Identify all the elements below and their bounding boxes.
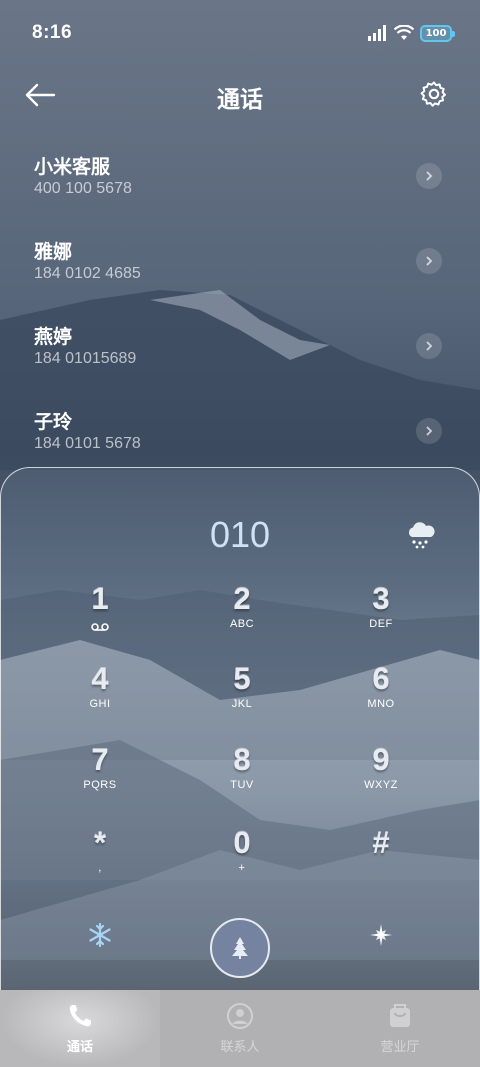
status-icons: 100 [368,22,455,44]
store-icon [390,1004,410,1027]
dial-key-0[interactable]: 0 + [182,825,302,899]
dial-key-star[interactable]: * , [40,825,160,899]
key-digit: 1 [91,581,109,616]
battery-level: 100 [425,27,447,39]
key-letters: PQRS [83,779,117,791]
page-title: 通话 [217,87,263,113]
contact-number: 184 0101 5678 [34,435,141,452]
tab-label: 营业厅 [380,1040,420,1055]
status-time: 8:16 [32,22,73,43]
key-letters: DEF [369,618,393,630]
contact-name: 燕婷 [34,326,73,348]
contact-row[interactable]: 雅娜 184 0102 4685 [0,225,480,310]
recent-contacts-list: 小米客服 400 100 5678 雅娜 184 0102 4685 燕婷 18… [0,140,480,480]
key-letters: + [238,862,246,874]
key-digit: 3 [372,581,390,616]
dial-key-6[interactable]: 6 MNO [321,661,441,735]
dial-key-hash[interactable]: # [321,825,441,899]
key-letters: , [98,862,102,874]
chevron-right-icon[interactable] [416,333,442,359]
dialpad-panel: 010 1 2 ABC 3 DEF 4 GHI 5 JKL 6 MNO 7 PQ… [0,467,480,990]
dial-key-9[interactable]: 9 WXYZ [321,742,441,816]
key-digit: 4 [91,661,109,696]
contact-number: 184 0102 4685 [34,265,141,282]
dial-key-4[interactable]: 4 GHI [40,661,160,735]
header: 通话 [0,66,480,126]
dial-key-7[interactable]: 7 PQRS [40,742,160,816]
contact-row[interactable]: 小米客服 400 100 5678 [0,140,480,225]
status-bar: 8:16 100 [0,0,480,66]
key-digit: 0 [233,825,251,860]
star-icon[interactable] [369,923,393,947]
phone-icon [69,1005,91,1027]
key-digit: 9 [372,742,390,777]
dial-key-8[interactable]: 8 TUV [182,742,302,816]
tab-calls[interactable]: 通话 [0,990,160,1067]
gear-icon[interactable] [420,80,448,108]
contact-number: 184 01015689 [34,350,137,367]
key-digit: 5 [233,661,251,696]
dial-key-1[interactable]: 1 [40,581,160,655]
person-icon [227,1003,253,1029]
dial-key-2[interactable]: 2 ABC [182,581,302,655]
battery-icon: 100 [420,24,455,42]
contact-number: 400 100 5678 [34,180,132,197]
key-digit: 2 [233,581,251,616]
voicemail-icon [91,623,109,631]
signal-icon [368,25,386,41]
key-digit: 7 [91,742,109,777]
contact-name: 小米客服 [34,156,111,178]
dial-key-5[interactable]: 5 JKL [182,661,302,735]
key-digit: 6 [372,661,390,696]
tab-label: 联系人 [220,1040,260,1055]
key-letters: GHI [89,698,111,710]
key-letters: WXYZ [364,779,398,791]
chevron-right-icon[interactable] [416,163,442,189]
call-button[interactable] [210,918,270,978]
key-digit: 8 [233,742,251,777]
snowflake-icon[interactable] [87,922,113,948]
chevron-right-icon[interactable] [416,418,442,444]
tree-call-icon [232,937,248,959]
wifi-icon [394,25,414,40]
bottom-tab-bar: 通话 联系人 营业厅 [0,990,480,1067]
contact-row[interactable]: 燕婷 184 01015689 [0,310,480,395]
tab-business-hall[interactable]: 营业厅 [320,990,480,1067]
contact-name: 雅娜 [34,241,73,263]
key-digit: # [372,825,390,860]
chevron-right-icon[interactable] [416,248,442,274]
tab-contacts[interactable]: 联系人 [160,990,320,1067]
tab-label: 通话 [66,1040,93,1055]
key-letters: ABC [229,618,255,630]
dial-key-3[interactable]: 3 DEF [321,581,441,655]
key-letters: TUV [230,779,254,791]
snow-cloud-icon[interactable] [405,520,437,550]
contact-name: 子玲 [34,411,73,433]
key-digit: * [93,825,107,860]
key-letters: JKL [231,698,253,710]
key-letters: MNO [367,698,395,710]
